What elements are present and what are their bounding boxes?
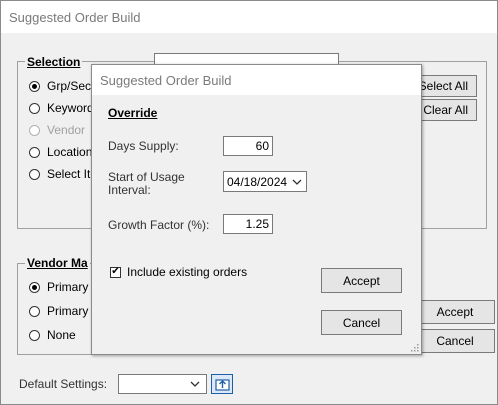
- growth-factor-label: Growth Factor (%):: [108, 218, 210, 232]
- apply-settings-button[interactable]: [211, 374, 233, 394]
- checkbox-box: ✔: [110, 266, 121, 278]
- radio-circle: [29, 124, 40, 136]
- growth-factor-input[interactable]: 1.25: [223, 214, 273, 234]
- radio-label: Select Ite: [47, 167, 95, 181]
- default-settings-label: Default Settings:: [19, 377, 108, 391]
- override-heading: Override: [108, 106, 158, 120]
- override-cancel-button[interactable]: Cancel: [321, 310, 402, 335]
- default-settings-dropdown[interactable]: [118, 374, 207, 394]
- start-usage-date-picker[interactable]: 04/18/2024: [223, 171, 307, 192]
- radio-circle: [29, 168, 40, 180]
- include-existing-label: Include existing orders: [127, 265, 248, 279]
- main-window-title: Suggested Order Build: [9, 9, 141, 25]
- radio-circle: [29, 329, 40, 341]
- radio-primary-other[interactable]: Primary o: [29, 299, 93, 323]
- radio-circle: [29, 80, 40, 92]
- radio-grp-sect[interactable]: Grp/Sect: [29, 75, 95, 97]
- upload-icon: [215, 379, 230, 391]
- selection-legend: Selection: [25, 55, 83, 69]
- override-dialog: Suggested Order Build Override Days Supp…: [91, 64, 422, 355]
- radio-primary-vendor[interactable]: Primary V: [29, 275, 93, 299]
- radio-label: Primary V: [47, 280, 93, 294]
- radio-select-items[interactable]: Select Ite: [29, 163, 95, 185]
- start-usage-label-line2: Interval:: [108, 183, 151, 197]
- days-supply-input[interactable]: 60: [223, 136, 273, 156]
- days-supply-label: Days Supply:: [108, 139, 179, 153]
- override-cancel-label: Cancel: [342, 315, 381, 330]
- radio-vendor: Vendor: [29, 119, 95, 141]
- vendor-radio-list: Primary V Primary o None: [29, 275, 93, 347]
- start-usage-value: 04/18/2024: [227, 174, 288, 189]
- main-title-bar: Suggested Order Build: [1, 1, 497, 33]
- override-accept-label: Accept: [343, 273, 380, 288]
- select-all-label: Select All: [418, 79, 468, 93]
- radio-circle: [29, 102, 40, 114]
- radio-label: None: [47, 328, 76, 342]
- override-title-bar: Suggested Order Build: [92, 65, 421, 95]
- radio-label: Grp/Sect: [47, 79, 95, 93]
- radio-location[interactable]: Location: [29, 141, 95, 163]
- override-accept-button[interactable]: Accept: [321, 268, 402, 293]
- override-dialog-title: Suggested Order Build: [100, 72, 232, 88]
- clear-all-label: Clear All: [423, 103, 468, 117]
- radio-label: Primary o: [47, 304, 93, 318]
- radio-keyword[interactable]: Keyword: [29, 97, 95, 119]
- main-accept-button[interactable]: Accept: [415, 300, 495, 324]
- chevron-down-icon: [190, 381, 200, 387]
- radio-none[interactable]: None: [29, 323, 93, 347]
- radio-label: Location: [47, 145, 93, 159]
- radio-circle: [29, 146, 40, 158]
- main-accept-label: Accept: [436, 305, 474, 319]
- chevron-down-icon: [292, 179, 302, 185]
- main-cancel-button[interactable]: Cancel: [415, 329, 495, 353]
- radio-circle: [29, 305, 40, 317]
- radio-circle: [29, 281, 40, 293]
- radio-label: Vendor: [47, 123, 86, 137]
- main-cancel-label: Cancel: [436, 334, 474, 348]
- vendor-legend: Vendor Ma: [25, 256, 90, 270]
- growth-factor-value: 1.25: [245, 217, 269, 231]
- start-usage-label: Start of Usage Interval:: [108, 171, 185, 197]
- days-supply-value: 60: [255, 139, 269, 153]
- include-existing-orders-checkbox[interactable]: ✔ Include existing orders: [110, 265, 247, 279]
- radio-label: Keyword: [47, 101, 94, 115]
- resize-grip-icon[interactable]: [409, 342, 419, 352]
- selection-radio-list: Grp/Sect Keyword Vendor Location Select …: [29, 75, 95, 185]
